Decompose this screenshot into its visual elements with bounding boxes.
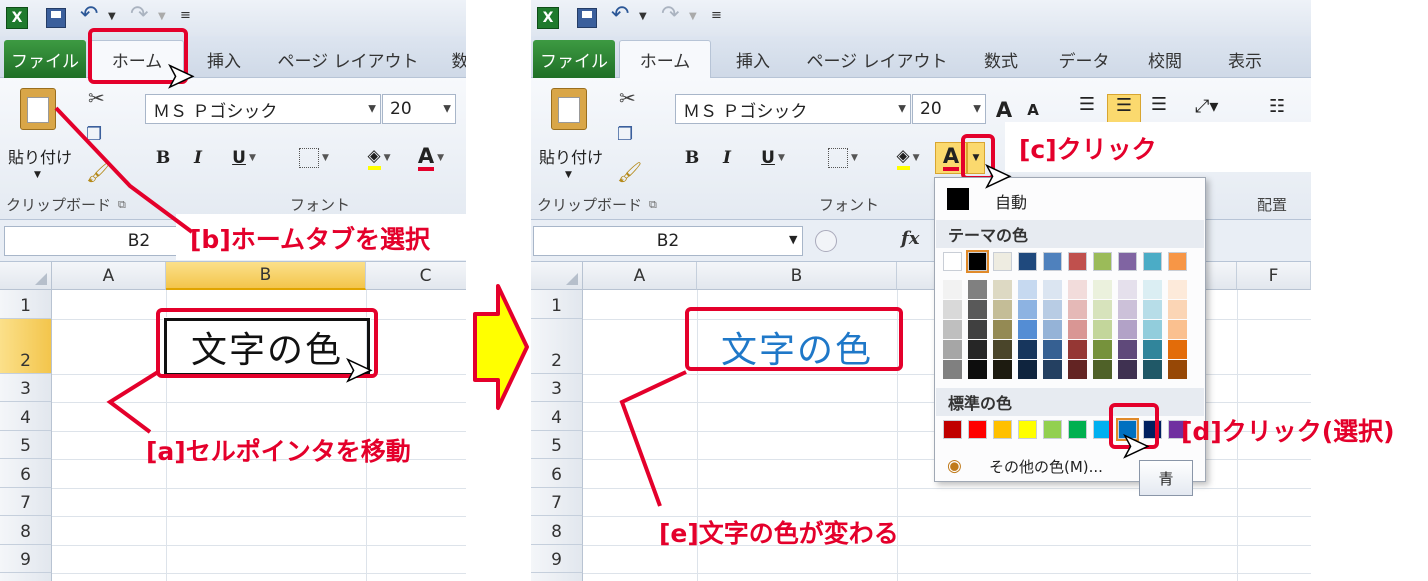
annotation-leader-lines: [54, 106, 687, 507]
